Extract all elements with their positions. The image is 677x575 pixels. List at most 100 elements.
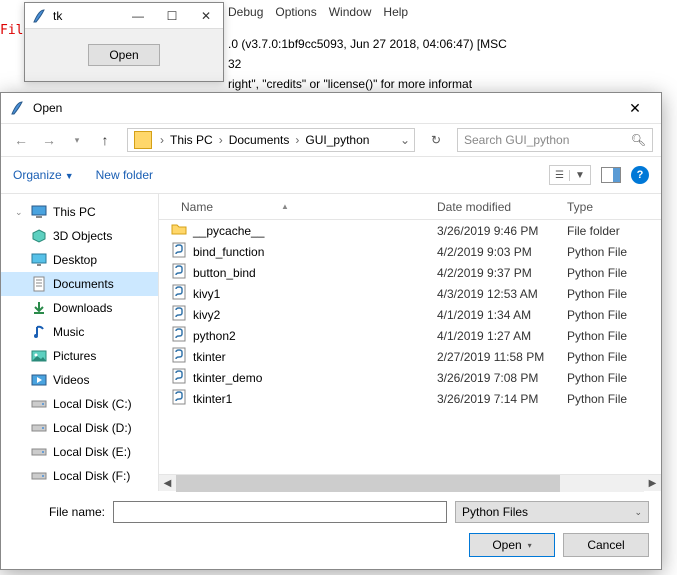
file-row[interactable]: __pycache__3/26/2019 9:46 PMFile folder <box>159 220 661 241</box>
nav-tree[interactable]: ⌄This PC3D ObjectsDesktop Documents Downlo… <box>1 194 159 491</box>
menu-window[interactable]: Window <box>329 5 372 19</box>
tree-item-label: Pictures <box>53 349 96 363</box>
file-row[interactable]: bind_function4/2/2019 9:03 PMPython File <box>159 241 661 262</box>
tree-item-pictures[interactable]: Pictures <box>1 344 158 368</box>
tree-item-music[interactable]: Music <box>1 320 158 344</box>
tree-item-local-disk-e-[interactable]: Local Disk (E:) <box>1 440 158 464</box>
dialog-titlebar[interactable]: Open ✕ <box>1 93 661 123</box>
help-icon[interactable]: ? <box>631 166 649 184</box>
tree-item-local-disk-f-[interactable]: Local Disk (F:) <box>1 464 158 488</box>
drive-icon <box>31 468 47 484</box>
close-icon[interactable]: ✕ <box>189 3 223 29</box>
videos-icon <box>31 372 47 388</box>
file-row[interactable]: tkinter13/26/2019 7:14 PMPython File <box>159 388 661 409</box>
menu-debug[interactable]: Debug <box>228 5 263 19</box>
crumb-documents[interactable]: Documents <box>227 133 292 147</box>
file-name: tkinter1 <box>193 392 232 406</box>
scroll-track[interactable] <box>176 475 644 492</box>
split-chevron-icon[interactable]: ▾ <box>528 541 532 550</box>
file-name: python2 <box>193 329 236 343</box>
pc-icon <box>31 204 47 220</box>
tk-window: tk — ☐ ✕ Open <box>24 2 224 82</box>
file-row[interactable]: tkinter_demo3/26/2019 7:08 PMPython File <box>159 367 661 388</box>
scroll-thumb[interactable] <box>176 475 560 492</box>
col-date-header[interactable]: Date modified <box>437 200 561 214</box>
file-row[interactable]: button_bind4/2/2019 9:37 PMPython File <box>159 262 661 283</box>
tree-item-label: This PC <box>53 205 96 219</box>
minimize-icon[interactable]: — <box>121 3 155 29</box>
col-name-header[interactable]: Name▲ <box>159 200 437 214</box>
file-date: 4/2/2019 9:37 PM <box>437 266 561 280</box>
nav-up-icon[interactable]: ↑ <box>93 128 117 152</box>
file-rows[interactable]: __pycache__3/26/2019 9:46 PMFile folderb… <box>159 220 661 474</box>
file-type: Python File <box>561 308 661 322</box>
drive-icon <box>31 444 47 460</box>
tree-item-label: Local Disk (F:) <box>53 469 130 483</box>
organize-menu[interactable]: Organize▼ <box>13 168 74 182</box>
py-icon <box>171 368 187 387</box>
tree-item-local-disk-c-[interactable]: Local Disk (C:) <box>1 392 158 416</box>
file-type: Python File <box>561 245 661 259</box>
file-name: bind_function <box>193 245 264 259</box>
dialog-close-button[interactable]: ✕ <box>617 95 653 121</box>
file-type: Python File <box>561 371 661 385</box>
file-row[interactable]: kivy24/1/2019 1:34 AMPython File <box>159 304 661 325</box>
file-row[interactable]: python24/1/2019 1:27 AMPython File <box>159 325 661 346</box>
scroll-left-icon[interactable]: ◀ <box>159 475 176 492</box>
3d-icon <box>31 228 47 244</box>
folder-icon <box>171 221 187 240</box>
filename-input[interactable] <box>113 501 447 523</box>
menu-help[interactable]: Help <box>383 5 408 19</box>
cancel-button[interactable]: Cancel <box>563 533 649 557</box>
nav-recent-icon[interactable]: ▾ <box>65 128 89 152</box>
py-icon <box>171 305 187 324</box>
tree-item-documents[interactable]: Documents <box>1 272 158 296</box>
dialog-title: Open <box>33 101 62 115</box>
tree-item-downloads[interactable]: Downloads <box>1 296 158 320</box>
file-type: Python File <box>561 287 661 301</box>
preview-pane-button[interactable] <box>601 167 621 183</box>
file-row[interactable]: kivy14/3/2019 12:53 AMPython File <box>159 283 661 304</box>
tree-item-this-pc[interactable]: ⌄This PC <box>1 200 158 224</box>
downloads-icon <box>31 300 47 316</box>
tk-feather-icon <box>31 8 47 24</box>
chevron-right-icon[interactable]: › <box>215 133 227 147</box>
chevron-down-icon: ⌄ <box>634 507 642 518</box>
crumb-gui-python[interactable]: GUI_python <box>303 133 371 147</box>
tree-item-3d-objects[interactable]: 3D Objects <box>1 224 158 248</box>
nav-back-icon[interactable]: ← <box>9 128 33 152</box>
view-mode-button[interactable]: ☰ ▼ <box>549 165 591 185</box>
scroll-right-icon[interactable]: ▶ <box>644 475 661 492</box>
chevron-down-icon[interactable]: ▼ <box>570 170 590 181</box>
py-icon <box>171 263 187 282</box>
maximize-icon[interactable]: ☐ <box>155 3 189 29</box>
shell-menubar: Debug Options Window Help <box>228 5 408 19</box>
tree-item-label: Documents <box>53 277 114 291</box>
file-date: 4/3/2019 12:53 AM <box>437 287 561 301</box>
new-folder-button[interactable]: New folder <box>96 168 153 182</box>
breadcrumb[interactable]: › This PC › Documents › GUI_python ⌄ <box>127 128 415 152</box>
nav-forward-icon[interactable]: → <box>37 128 61 152</box>
tree-item-desktop[interactable]: Desktop <box>1 248 158 272</box>
tree-item-label: Local Disk (D:) <box>53 421 132 435</box>
chevron-right-icon[interactable]: › <box>291 133 303 147</box>
menu-options[interactable]: Options <box>275 5 316 19</box>
file-type-filter[interactable]: Python Files ⌄ <box>455 501 649 523</box>
py-icon <box>171 284 187 303</box>
crumb-this-pc[interactable]: This PC <box>168 133 215 147</box>
chevron-down-icon[interactable]: ⌄ <box>396 133 414 147</box>
open-button[interactable]: Open▾ <box>469 533 555 557</box>
file-type: Python File <box>561 392 661 406</box>
col-type-header[interactable]: Type <box>561 200 661 214</box>
tree-item-label: Videos <box>53 373 89 387</box>
refresh-icon[interactable]: ↻ <box>425 129 447 151</box>
search-input[interactable]: Search GUI_python 🔍︎ <box>457 128 653 152</box>
file-row[interactable]: tkinter2/27/2019 11:58 PMPython File <box>159 346 661 367</box>
horizontal-scrollbar[interactable]: ◀ ▶ <box>159 474 661 491</box>
chevron-right-icon[interactable]: › <box>156 133 168 147</box>
tk-titlebar[interactable]: tk — ☐ ✕ <box>25 3 223 29</box>
column-headers[interactable]: Name▲ Date modified Type <box>159 194 661 220</box>
tk-open-button[interactable]: Open <box>88 44 160 66</box>
tree-item-videos[interactable]: Videos <box>1 368 158 392</box>
tree-item-local-disk-d-[interactable]: Local Disk (D:) <box>1 416 158 440</box>
